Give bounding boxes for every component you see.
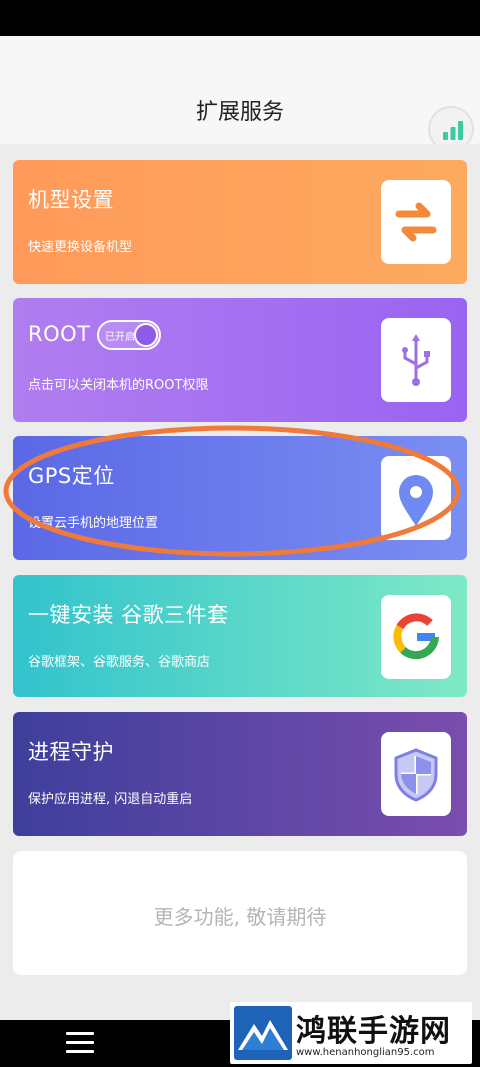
watermark-logo-icon xyxy=(234,1006,292,1060)
card-title: GPS定位 xyxy=(28,464,115,488)
shield-icon xyxy=(394,748,438,802)
card-icon-box xyxy=(381,456,451,540)
services-list: 机型设置 快速更换设备机型 ROOT 已开启 点击可以关闭本机的ROOT权限 G… xyxy=(0,144,480,1020)
card-title: 机型设置 xyxy=(28,188,114,212)
toggle-label: 已开启 xyxy=(105,332,135,343)
toggle-knob xyxy=(134,323,158,347)
watermark-title: 鸿联手游网 xyxy=(296,1014,451,1049)
status-bar xyxy=(0,0,480,36)
card-title: 一键安装 谷歌三件套 xyxy=(28,603,229,627)
card-icon-box xyxy=(381,732,451,816)
more-features-box: 更多功能, 敬请期待 xyxy=(13,851,467,975)
card-title: ROOT xyxy=(28,322,91,346)
swap-arrows-icon xyxy=(395,202,437,242)
card-subtitle: 点击可以关闭本机的ROOT权限 xyxy=(28,378,209,393)
root-card[interactable]: ROOT 已开启 点击可以关闭本机的ROOT权限 xyxy=(13,298,467,422)
watermark: 鸿联手游网 www.henanhonglian95.com xyxy=(230,1002,472,1064)
card-icon-box xyxy=(381,595,451,679)
page-title: 扩展服务 xyxy=(195,100,284,125)
process-guard-card[interactable]: 进程守护 保护应用进程, 闪退自动重启 xyxy=(13,712,467,836)
root-toggle[interactable]: 已开启 xyxy=(97,320,161,350)
location-pin-icon xyxy=(399,475,433,526)
more-features-text: 更多功能, 敬请期待 xyxy=(153,905,327,929)
signal-bars-icon xyxy=(443,121,463,140)
card-icon-box xyxy=(381,180,451,264)
card-icon-box xyxy=(381,318,451,402)
card-title: 进程守护 xyxy=(28,740,114,764)
card-subtitle: 设置云手机的地理位置 xyxy=(28,516,159,531)
card-subtitle: 快速更换设备机型 xyxy=(28,240,133,255)
watermark-url: www.henanhonglian95.com xyxy=(296,1047,435,1058)
google-suite-card[interactable]: 一键安装 谷歌三件套 谷歌框架、谷歌服务、谷歌商店 xyxy=(13,575,467,697)
gps-card[interactable]: GPS定位 设置云手机的地理位置 xyxy=(13,436,467,560)
usb-icon xyxy=(402,334,430,386)
menu-icon[interactable] xyxy=(66,1032,94,1054)
card-subtitle: 保护应用进程, 闪退自动重启 xyxy=(28,792,193,807)
google-icon xyxy=(393,613,439,660)
header: 扩展服务 xyxy=(0,36,480,144)
device-model-card[interactable]: 机型设置 快速更换设备机型 xyxy=(13,160,467,284)
card-subtitle: 谷歌框架、谷歌服务、谷歌商店 xyxy=(28,655,211,670)
